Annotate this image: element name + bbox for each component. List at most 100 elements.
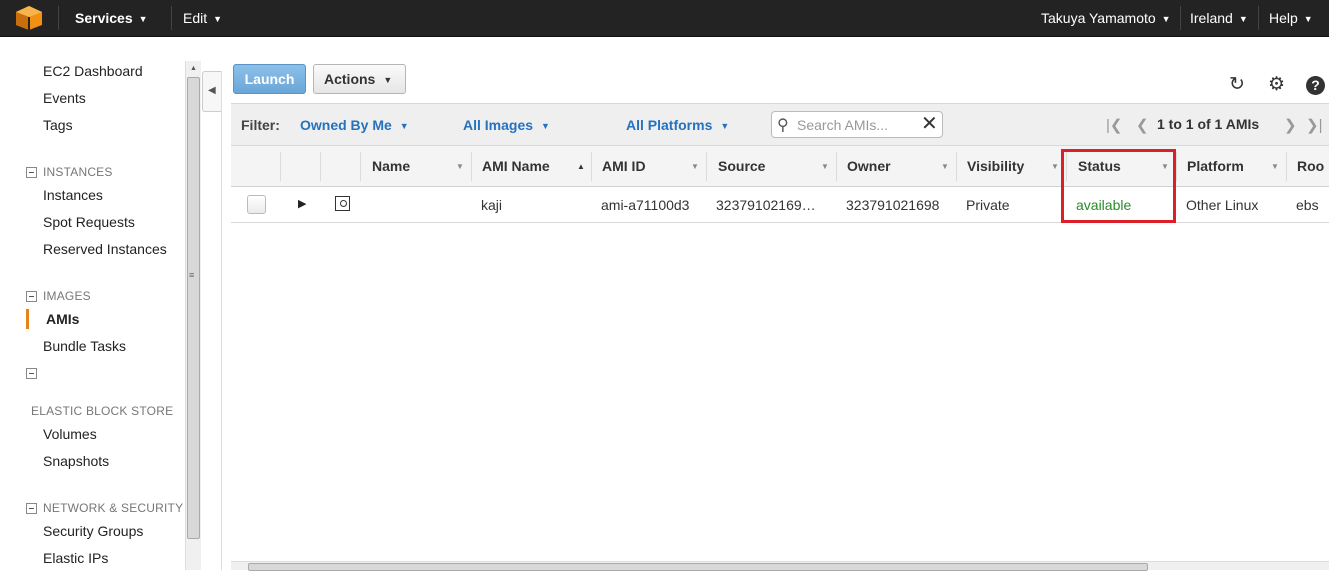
column-separator: [591, 152, 592, 181]
chevron-down-icon: ▼: [1238, 14, 1248, 24]
collapse-images-icon[interactable]: [26, 291, 37, 302]
expand-row-icon[interactable]: ▶: [298, 197, 306, 210]
sidebar-item-reserved-instances[interactable]: Reserved Instances: [43, 241, 167, 257]
cell-root-device: ebs: [1296, 197, 1319, 213]
column-separator: [360, 152, 361, 181]
sort-icon[interactable]: ▼: [821, 162, 829, 171]
refresh-icon[interactable]: ↻: [1229, 75, 1245, 95]
owner-filter-value: Owned By Me: [300, 117, 392, 133]
next-page-icon[interactable]: ❯: [1284, 116, 1297, 134]
sidebar-item-volumes[interactable]: Volumes: [43, 426, 97, 442]
cell-ami-name: kaji: [481, 197, 503, 213]
search-input[interactable]: [797, 115, 917, 135]
sidebar-item-security-groups[interactable]: Security Groups: [43, 523, 143, 539]
platform-filter-select[interactable]: All Platforms ▼: [626, 117, 729, 133]
separator: [58, 6, 59, 30]
help-label: Help: [1269, 10, 1298, 26]
services-menu[interactable]: Services ▼: [75, 0, 148, 36]
launch-button[interactable]: Launch: [233, 64, 306, 94]
chevron-down-icon: ▼: [383, 75, 393, 85]
gear-icon[interactable]: ⚙: [1268, 75, 1285, 95]
cell-ami-id: ami-a71100d3: [601, 197, 690, 213]
sort-icon[interactable]: ▼: [1271, 162, 1279, 171]
horizontal-scrollbar[interactable]: [231, 561, 1329, 571]
chevron-left-icon: ◀: [208, 85, 216, 96]
details-icon[interactable]: [335, 196, 350, 211]
help-icon[interactable]: ?: [1306, 76, 1325, 95]
region-label: Ireland: [1190, 10, 1233, 26]
section-heading-images: IMAGES: [43, 289, 91, 303]
actions-label: Actions: [324, 71, 376, 87]
column-separator: [1176, 152, 1177, 181]
column-separator: [1286, 152, 1287, 181]
collapse-ebs-icon[interactable]: [26, 368, 37, 379]
collapse-instances-icon[interactable]: [26, 167, 37, 178]
sidebar-item-snapshots[interactable]: Snapshots: [43, 453, 109, 469]
edit-label: Edit: [183, 10, 208, 26]
column-header-ami-name[interactable]: AMI Name: [482, 158, 550, 174]
edit-menu[interactable]: Edit ▼: [183, 0, 222, 36]
column-header-root-device[interactable]: Roo: [1297, 158, 1324, 174]
cell-owner: 323791021698: [846, 197, 940, 213]
cell-source: 32379102169…: [716, 197, 816, 213]
region-menu[interactable]: Ireland ▼: [1190, 0, 1248, 36]
help-menu[interactable]: Help ▼: [1269, 0, 1313, 36]
actions-button[interactable]: Actions ▼: [313, 64, 406, 94]
last-page-icon[interactable]: ❯|: [1306, 116, 1322, 134]
pagination: |❮ ❮ 1 to 1 of 1 AMIs ❯ ❯|: [1106, 116, 1329, 136]
previous-page-icon[interactable]: ❮: [1136, 116, 1149, 134]
sidebar-item-bundle-tasks[interactable]: Bundle Tasks: [43, 338, 126, 354]
scroll-up-icon[interactable]: ▲: [190, 65, 197, 72]
sort-icon[interactable]: ▼: [1051, 162, 1059, 171]
sidebar-item-amis[interactable]: AMIs: [46, 311, 79, 327]
sort-icon[interactable]: ▼: [691, 162, 699, 171]
sort-icon[interactable]: ▼: [456, 162, 464, 171]
scrollbar-thumb[interactable]: [187, 77, 200, 539]
sidebar-item-ec2-dashboard[interactable]: EC2 Dashboard: [43, 63, 143, 79]
column-separator: [956, 152, 957, 181]
column-separator: [836, 152, 837, 181]
first-page-icon[interactable]: |❮: [1106, 116, 1122, 134]
chevron-down-icon: ▼: [541, 121, 550, 131]
sidebar-item-spot-requests[interactable]: Spot Requests: [43, 214, 135, 230]
collapse-network-icon[interactable]: [26, 503, 37, 514]
sidebar-item-tags[interactable]: Tags: [43, 117, 73, 133]
column-header-name[interactable]: Name: [372, 158, 410, 174]
chevron-down-icon: ▼: [1161, 14, 1171, 24]
row-checkbox[interactable]: [247, 195, 266, 214]
user-menu[interactable]: Takuya Yamamoto ▼: [1041, 0, 1171, 36]
sort-icon[interactable]: ▼: [941, 162, 949, 171]
column-header-source[interactable]: Source: [718, 158, 765, 174]
section-heading-ebs: ELASTIC BLOCK STORE: [31, 404, 174, 418]
image-type-filter-value: All Images: [463, 117, 534, 133]
cell-platform: Other Linux: [1186, 197, 1259, 213]
search-icon: ⚲: [777, 117, 789, 134]
sidebar-item-elastic-ips[interactable]: Elastic IPs: [43, 550, 108, 566]
column-separator: [280, 152, 281, 181]
column-header-ami-id[interactable]: AMI ID: [602, 158, 646, 174]
platform-filter-value: All Platforms: [626, 117, 713, 133]
column-separator: [320, 152, 321, 181]
sidebar-scrollbar[interactable]: ▲ ≡: [185, 61, 201, 570]
divider: [221, 71, 222, 570]
chevron-down-icon: ▼: [720, 121, 730, 131]
cell-visibility: Private: [966, 197, 1010, 213]
close-icon[interactable]: ✕: [921, 113, 938, 135]
owner-filter-select[interactable]: Owned By Me ▼: [300, 117, 409, 133]
sort-ascending-icon[interactable]: ▲: [577, 162, 585, 171]
sidebar-item-events[interactable]: Events: [43, 90, 86, 106]
sidebar-item-instances[interactable]: Instances: [43, 187, 103, 203]
filter-bar: Filter: Owned By Me ▼ All Images ▼ All Pla…: [231, 103, 1329, 146]
image-type-filter-select[interactable]: All Images ▼: [463, 117, 550, 133]
section-heading-instances: INSTANCES: [43, 165, 113, 179]
chevron-down-icon: ▼: [138, 14, 148, 24]
grip-icon: ≡: [189, 270, 195, 280]
column-header-owner[interactable]: Owner: [847, 158, 891, 174]
collapse-sidebar-button[interactable]: ◀: [202, 71, 221, 112]
user-name: Takuya Yamamoto: [1041, 10, 1156, 26]
column-separator: [706, 152, 707, 181]
column-header-visibility[interactable]: Visibility: [967, 158, 1024, 174]
chevron-down-icon: ▼: [399, 121, 409, 131]
aws-logo-icon[interactable]: [14, 5, 44, 31]
column-header-platform[interactable]: Platform: [1187, 158, 1244, 174]
